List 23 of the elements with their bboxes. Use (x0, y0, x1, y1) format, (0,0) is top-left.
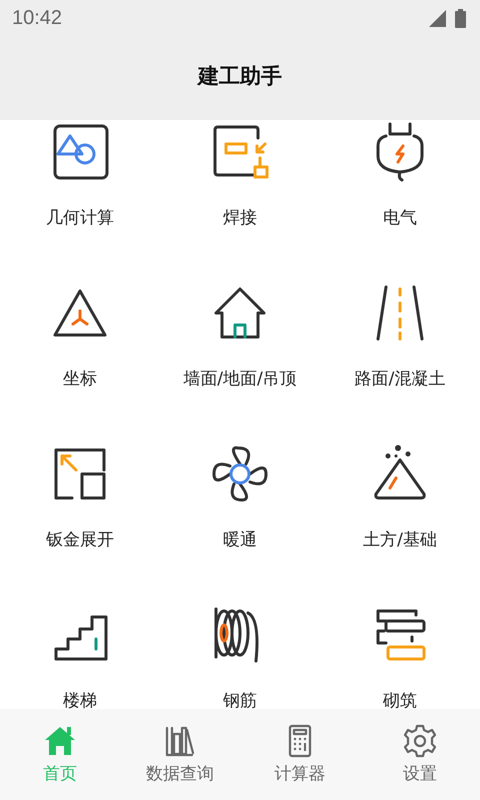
status-time: 10:42 (12, 6, 62, 30)
signal-icon (428, 8, 447, 28)
tool-label[interactable]: 墙面/地面/吊顶 (183, 370, 297, 388)
settings-icon (403, 724, 437, 758)
fan-icon (210, 444, 270, 504)
home-icon (43, 724, 77, 758)
tool-label[interactable]: 焊接 (223, 209, 257, 227)
app-title: 建工助手 (198, 63, 282, 90)
tool-label[interactable]: 楼梯 (63, 692, 97, 709)
nav-tab[interactable]: 计算器 (240, 709, 360, 800)
tool-label[interactable]: 土方/基础 (363, 531, 437, 549)
tool-label[interactable]: 钢筋 (223, 692, 257, 709)
tool-label[interactable]: 电气 (383, 209, 417, 227)
battery-icon (455, 8, 466, 28)
tool-label[interactable]: 暖通 (223, 531, 257, 549)
tool-label[interactable]: 路面/混凝土 (354, 370, 446, 388)
nav-tab[interactable]: 设置 (360, 709, 480, 800)
tool-label[interactable]: 钣金展开 (46, 531, 114, 549)
tool-label[interactable]: 坐标 (63, 370, 97, 388)
nav-tab[interactable]: 数据查询 (120, 709, 240, 800)
tool-label[interactable]: 砌筑 (383, 692, 417, 709)
tool-label[interactable]: 几何计算 (46, 209, 114, 227)
books-icon (163, 724, 197, 758)
